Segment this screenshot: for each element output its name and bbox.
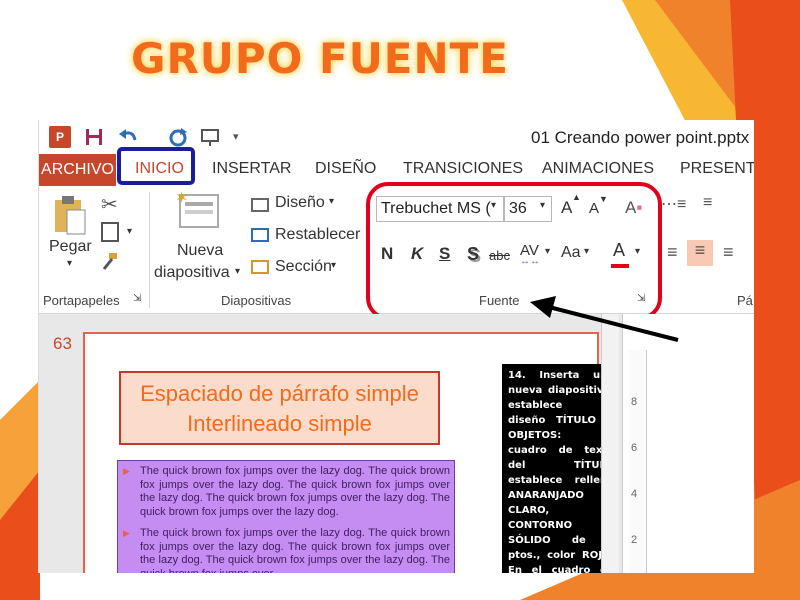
pointer-arrow-icon [530, 296, 679, 342]
